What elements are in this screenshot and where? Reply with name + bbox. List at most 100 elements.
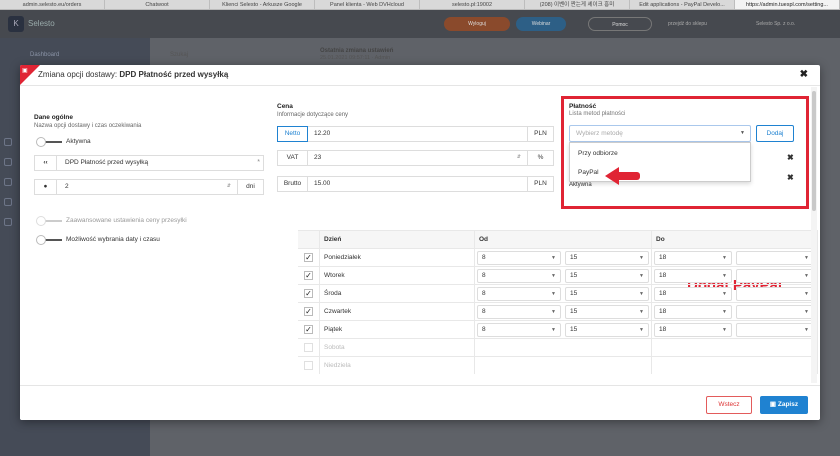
remove-payment-icon[interactable]: ✖ — [787, 153, 794, 162]
to-hour-select[interactable]: 18 ▼ — [654, 269, 732, 283]
day-checkbox[interactable] — [304, 343, 313, 352]
from-hour-select[interactable]: 8 ▼ — [477, 251, 561, 265]
from-hour-select[interactable]: 8 ▼ — [477, 287, 561, 301]
active-toggle[interactable] — [36, 137, 62, 147]
webinar-button[interactable]: Webinar — [516, 17, 566, 31]
payment-method-select[interactable]: Wybierz metodę ▼ — [569, 125, 751, 142]
lock-icon: ▣ — [22, 68, 28, 74]
from-minute-select[interactable]: 15 ▼ — [565, 251, 649, 265]
datetime-label: Możliwość wybrania daty i czasu — [66, 236, 160, 243]
menu-icon[interactable] — [4, 138, 12, 146]
day-checkbox[interactable]: ✓ — [304, 253, 313, 262]
remove-payment-icon[interactable]: ✖ — [787, 173, 794, 182]
brutto-field[interactable]: Brutto 15.00 PLN — [277, 176, 554, 192]
col-to: Do — [652, 230, 818, 248]
browser-tab[interactable]: Panel klienta - Web DVHcloud — [315, 0, 420, 9]
menu-icon[interactable] — [4, 218, 12, 226]
from-hour-select[interactable]: 8 ▼ — [477, 305, 561, 319]
advanced-price-toggle[interactable] — [36, 216, 62, 226]
scrollbar[interactable] — [811, 87, 817, 383]
save-button[interactable]: ▣ Zapisz — [760, 396, 808, 414]
menu-icon[interactable] — [4, 198, 12, 206]
from-minute-select[interactable]: 15 ▼ — [565, 323, 649, 337]
to-hour-select[interactable]: 18 ▼ — [654, 323, 732, 337]
help-button[interactable]: Pomoc — [588, 17, 652, 31]
shop-link[interactable]: przejdź do sklepu — [668, 21, 707, 27]
table-row: ✓ Środa 8 ▼ 15 ▼ 18 ▼ ▼ — [298, 284, 818, 302]
to-minute-select[interactable]: ▼ — [736, 287, 814, 301]
browser-tab[interactable]: Edit applications - PayPal Develo... — [630, 0, 735, 9]
menu-icon[interactable] — [4, 158, 12, 166]
menu-icon[interactable] — [4, 178, 12, 186]
day-label: Poniedziałek — [320, 248, 475, 266]
payment-title: Płatność — [569, 103, 597, 110]
day-checkbox[interactable]: ✓ — [304, 271, 313, 280]
logout-button[interactable]: Wyloguj — [444, 17, 510, 31]
day-checkbox[interactable]: ✓ — [304, 325, 313, 334]
to-minute-select[interactable]: ▼ — [736, 305, 814, 319]
brutto-label: Brutto — [278, 177, 308, 191]
caret-down-icon: ▼ — [639, 309, 644, 315]
dropdown-option-paypal[interactable]: PayPal — [578, 169, 599, 176]
app-logo[interactable]: K Selesto — [8, 14, 55, 34]
brutto-value: 15.00 — [314, 180, 331, 187]
settings-header-sub: 25.01.2021 09:57:11 · Admin — [320, 55, 391, 61]
table-row: ✓ Piątek 8 ▼ 15 ▼ 18 ▼ ▼ — [298, 320, 818, 338]
sidebar-item-dashboard[interactable]: Dashboard — [30, 52, 59, 58]
browser-tab[interactable]: (208) 이벤이 짠는게 셰이크 흥미 — [525, 0, 630, 9]
clock-icon: ● — [35, 180, 57, 194]
caret-down-icon: ▼ — [722, 291, 727, 297]
browser-tab[interactable]: selesto.pl:19002 — [420, 0, 525, 9]
to-minute-select[interactable]: ▼ — [736, 269, 814, 283]
to-hour-select[interactable]: 18 ▼ — [654, 251, 732, 265]
name-field[interactable]: ‹‹ DPD Płatność przed wysyłką * — [34, 155, 264, 171]
to-hour-select[interactable]: 18 ▼ — [654, 305, 732, 319]
table-header: Dzień Od Do — [298, 230, 818, 248]
caret-down-icon: ▼ — [722, 309, 727, 315]
search-input[interactable]: Szukaj — [170, 52, 188, 58]
datetime-toggle[interactable] — [36, 235, 62, 245]
caret-down-icon: ▼ — [639, 273, 644, 279]
caret-down-icon: ▼ — [551, 291, 556, 297]
browser-tab[interactable]: Klienci Selesto - Arkusze Google — [210, 0, 315, 9]
top-user[interactable]: Selesto Sp. z o.o. — [756, 21, 795, 27]
days-field[interactable]: ● 2 ⇵ dni — [34, 179, 264, 195]
caret-down-icon: ▼ — [551, 273, 556, 279]
day-label: Czwartek — [320, 302, 475, 320]
browser-tab[interactable]: admin.selesto.eu/orders — [0, 0, 105, 9]
from-hour-select[interactable]: 8 ▼ — [477, 269, 561, 283]
modal-footer: Wstecz ▣ Zapisz — [20, 385, 820, 420]
to-minute-select[interactable]: ▼ — [736, 251, 814, 265]
browser-tab-active[interactable]: https://admin.tuespl.com/setting... — [735, 0, 840, 9]
from-minute-select[interactable]: 15 ▼ — [565, 269, 649, 283]
table-row: ✓ Wtorek 8 ▼ 15 ▼ 18 ▼ ▼ — [298, 266, 818, 284]
modal-title-name: DPD Płatność przed wysyłką — [119, 70, 229, 79]
add-payment-button[interactable]: Dodaj — [756, 125, 794, 142]
caret-down-icon: ▼ — [804, 309, 809, 315]
modal-title: Zmiana opcji dostawy: DPD Płatność przed… — [38, 70, 228, 80]
save-label: Zapisz — [777, 401, 799, 408]
to-hour-select[interactable]: 18 ▼ — [654, 287, 732, 301]
dropdown-option-cod[interactable]: Przy odbiorze — [578, 150, 618, 157]
stepper-icon[interactable]: ⇵ — [227, 183, 231, 189]
netto-field[interactable]: Netto 12.20 PLN — [277, 126, 554, 142]
advanced-price-label: Zaawansowane ustawienia ceny przesyłki — [66, 217, 187, 224]
scrollbar-thumb[interactable] — [812, 91, 816, 211]
vat-field[interactable]: VAT 23 ⇵ % — [277, 150, 554, 166]
day-checkbox[interactable]: ✓ — [304, 289, 313, 298]
from-minute-select[interactable]: 15 ▼ — [565, 287, 649, 301]
from-minute-select[interactable]: 15 ▼ — [565, 305, 649, 319]
from-hour-select[interactable]: 8 ▼ — [477, 323, 561, 337]
caret-down-icon: ▼ — [804, 327, 809, 333]
day-checkbox[interactable] — [304, 361, 313, 370]
to-minute-select[interactable]: ▼ — [736, 323, 814, 337]
name-value: DPD Płatność przed wysyłką — [65, 159, 149, 166]
back-button[interactable]: Wstecz — [706, 396, 752, 414]
close-icon[interactable]: ✖ — [800, 69, 808, 81]
app-brand: Selesto — [28, 19, 55, 28]
day-checkbox[interactable]: ✓ — [304, 307, 313, 316]
settings-header: Ostatnia zmiana ustawień — [320, 48, 394, 54]
stepper-icon[interactable]: ⇵ — [517, 154, 521, 160]
col-from: Od — [475, 230, 652, 248]
browser-tab[interactable]: Chatwoot — [105, 0, 210, 9]
